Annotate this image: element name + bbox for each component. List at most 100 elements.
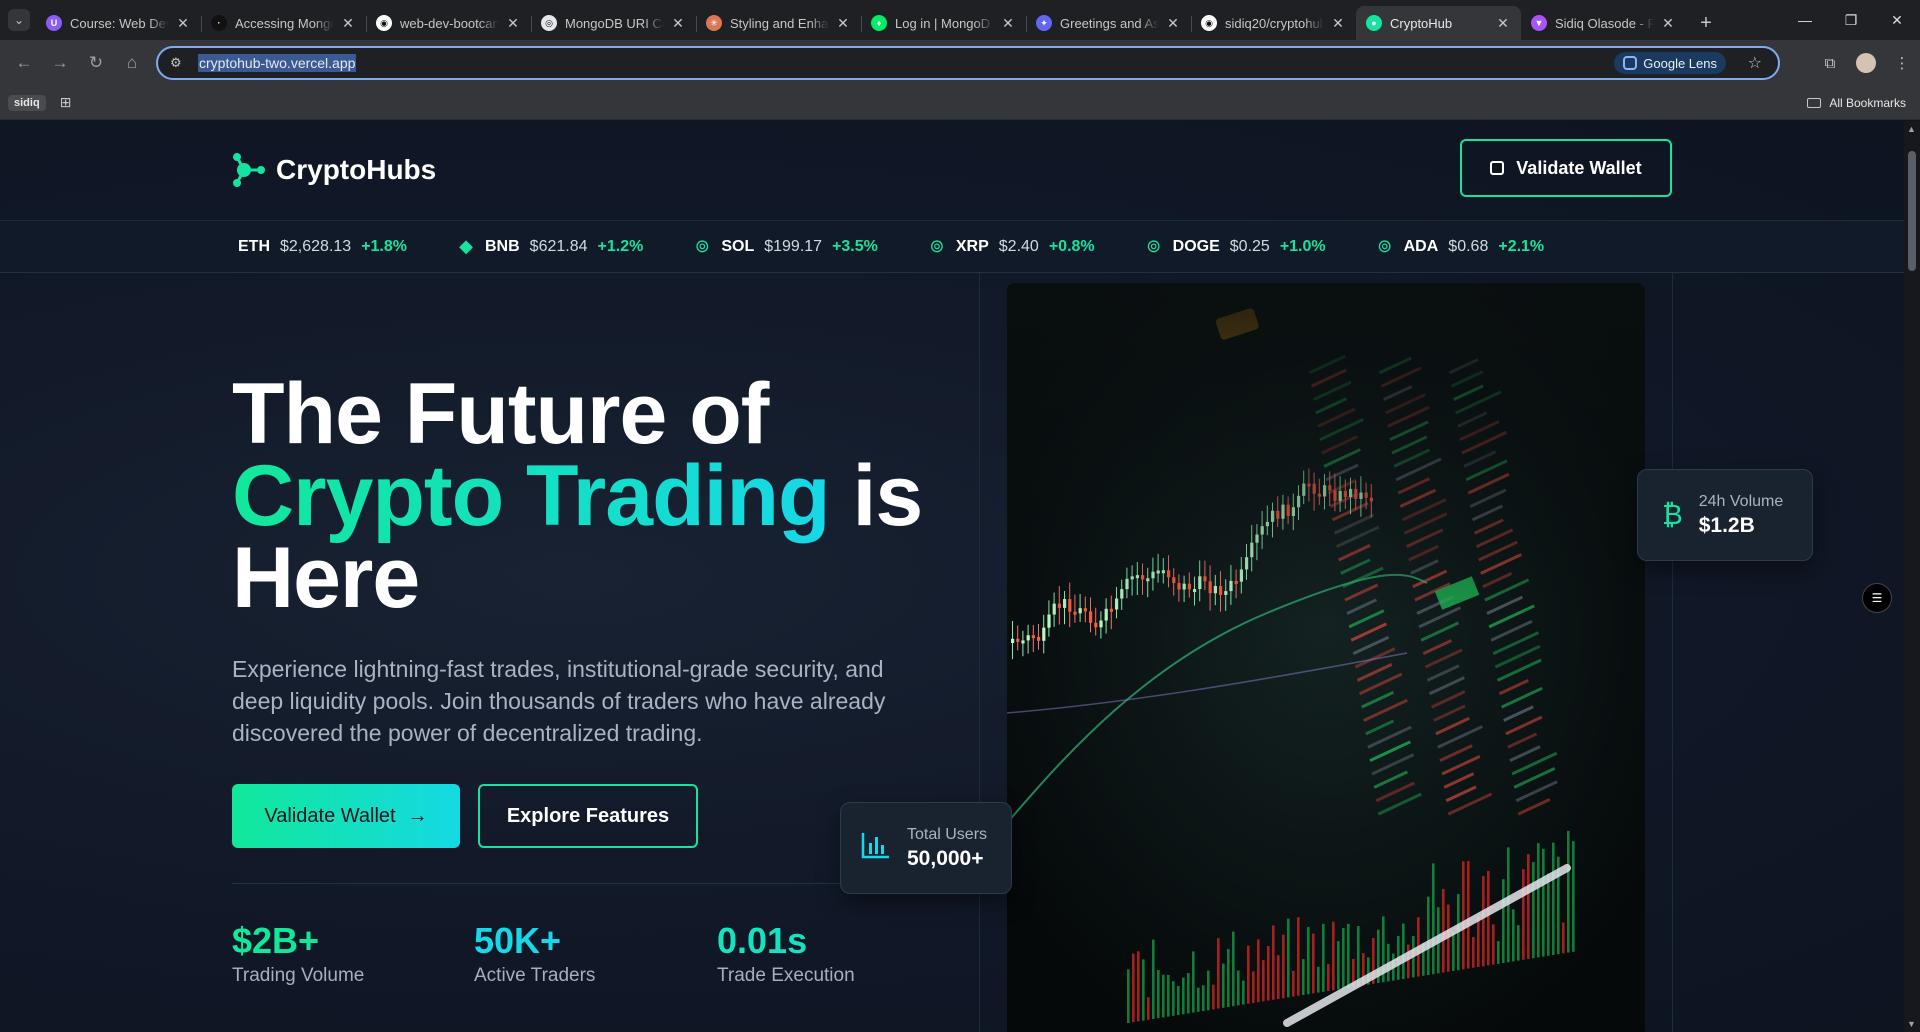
tab-close-icon[interactable]: ✕ [175, 15, 191, 32]
bookmark-sidiq[interactable]: sidiq [8, 94, 46, 111]
stat-trade-execution: 0.01s Trade Execution [717, 921, 855, 987]
ticker-symbol: ETH [238, 237, 270, 255]
explore-features-button[interactable]: Explore Features [478, 784, 698, 848]
users-value: 50,000+ [907, 846, 984, 870]
tab-favicon-icon: ● [1366, 15, 1382, 31]
close-window-icon[interactable]: ✕ [1874, 0, 1920, 40]
browser-tab[interactable]: ◎ MongoDB URI Co ✕ [531, 6, 696, 40]
tab-strip: ⌄ U Course: Web Deve ✕ · Accessing Mongo ✕ ◉ we… [0, 0, 1920, 40]
hero-line-3: Here [232, 530, 420, 626]
menu-icon[interactable]: ⋮ [1884, 48, 1920, 78]
floating-assistant-button[interactable]: ☰ [1862, 583, 1892, 613]
trading-chart-photo [1007, 283, 1645, 1032]
tab-list: U Course: Web Deve ✕ · Accessing Mongo ✕ ◉ web-… [36, 6, 1686, 40]
stat-active-traders: 50K+ Active Traders [474, 921, 595, 987]
back-button[interactable]: ← [8, 47, 40, 79]
scroll-up-icon[interactable]: ▲ [1907, 124, 1916, 134]
address-bar[interactable]: ⚙ cryptohub-two.vercel.app Google Lens ☆ [156, 46, 1780, 80]
tab-favicon-icon: U [46, 15, 62, 31]
ticker-item-bnb: ◆ BNB $621.84 +1.2% [455, 236, 643, 258]
home-button[interactable]: ⌂ [116, 47, 148, 79]
tab-search-button[interactable]: ⌄ [8, 9, 30, 31]
tab-close-icon[interactable]: ✕ [1000, 15, 1016, 32]
coins-icon: ⊚ [1146, 236, 1162, 256]
browser-tab[interactable]: ✳ Styling and Enhan ✕ [696, 6, 861, 40]
all-bookmarks-button[interactable]: All Bookmarks [1807, 96, 1906, 110]
chevron-down-icon: ⌄ [13, 13, 25, 27]
site-header: CryptoHubs Validate Wallet [0, 121, 1904, 221]
page-content: CryptoHubs Validate Wallet ETH $2,628.13 +… [0, 121, 1904, 1032]
minimize-icon[interactable]: — [1782, 0, 1828, 40]
restore-icon[interactable]: ❐ [1828, 0, 1874, 40]
url-text[interactable]: cryptohub-two.vercel.app [198, 54, 357, 72]
extensions-icon[interactable]: ⧉ [1812, 48, 1848, 78]
tab-favicon-icon: ♦ [871, 15, 887, 31]
volume-card: ₿ 24h Volume $1.2B [1637, 469, 1813, 561]
browser-tab[interactable]: ✦ Greetings and As ✕ [1026, 6, 1191, 40]
tab-close-icon[interactable]: ✕ [1660, 15, 1676, 32]
network-logo-icon [233, 153, 265, 187]
page-scrollbar[interactable]: ▲ ▼ [1904, 121, 1920, 1032]
browser-tab[interactable]: ◉ web-dev-bootcan ✕ [366, 6, 531, 40]
browser-tab[interactable]: ♦ Log in | MongoD ✕ [861, 6, 1026, 40]
tab-close-icon[interactable]: ✕ [670, 15, 686, 32]
browser-tab[interactable]: U Course: Web Deve ✕ [36, 6, 201, 40]
scroll-down-icon[interactable]: ▼ [1907, 1019, 1916, 1029]
browser-tab[interactable]: ● CryptoHub ✕ [1356, 6, 1521, 40]
bookmark-star-icon[interactable]: ☆ [1748, 53, 1762, 73]
stat-label: Trading Volume [232, 965, 365, 986]
profile-avatar[interactable] [1856, 53, 1876, 73]
ticker-item-eth: ETH $2,628.13 +1.8% [238, 238, 407, 256]
tab-close-icon[interactable]: ✕ [505, 15, 521, 32]
browser-tab[interactable]: ◉ sidiq20/cryptohul ✕ [1191, 6, 1356, 40]
tab-title: Styling and Enhan [730, 15, 829, 31]
ticker-item-ada: ⊚ ADA $0.68 +2.1% [1374, 236, 1544, 258]
section-divider [979, 273, 980, 1032]
stat-trading-volume: $2B+ Trading Volume [232, 921, 364, 987]
bookmarks-bar: sidiq ⊞ All Bookmarks [0, 86, 1920, 120]
hero-trading-image [1007, 283, 1645, 1032]
browser-tab[interactable]: · Accessing Mongo ✕ [201, 6, 366, 40]
browser-tab[interactable]: ▼ Sidiq Olasode - F ✕ [1521, 6, 1686, 40]
tab-title: Accessing Mongo [235, 15, 334, 31]
google-lens-button[interactable]: Google Lens [1614, 52, 1726, 74]
reload-button[interactable]: ↻ [80, 47, 112, 79]
stat-label: Active Traders [474, 965, 596, 986]
ticker-price: $0.25 [1229, 237, 1270, 255]
tab-favicon-icon: ✦ [1036, 15, 1052, 31]
tab-close-icon[interactable]: ✕ [340, 15, 356, 32]
coins-icon: ⊚ [929, 236, 945, 256]
coins-icon: ⊚ [694, 236, 710, 256]
reload-icon: ↻ [88, 53, 104, 72]
ticker-change: +1.2% [597, 237, 644, 255]
section-divider [1672, 273, 1673, 1032]
tab-favicon-icon: ◉ [1201, 15, 1217, 31]
forward-button[interactable]: → [44, 47, 76, 79]
header-validate-wallet-button[interactable]: Validate Wallet [1460, 139, 1672, 197]
ticker-symbol: XRP [955, 237, 989, 255]
hero-validate-wallet-button[interactable]: Validate Wallet → [232, 784, 460, 848]
ticker-price: $0.68 [1448, 237, 1489, 255]
scrollbar-thumb[interactable] [1908, 151, 1916, 271]
hero-validate-wallet-label: Validate Wallet [264, 804, 396, 827]
apps-grid-icon[interactable]: ⊞ [60, 94, 72, 111]
lens-icon [1623, 56, 1638, 70]
tab-favicon-icon: ◎ [541, 15, 557, 31]
tab-favicon-icon: · [211, 15, 227, 31]
tab-close-icon[interactable]: ✕ [1165, 15, 1181, 32]
tab-close-icon[interactable]: ✕ [1330, 15, 1346, 32]
tab-close-icon[interactable]: ✕ [1495, 15, 1511, 32]
brand-logo[interactable]: CryptoHubs [232, 151, 436, 189]
ticker-price: $621.84 [529, 237, 588, 255]
tab-close-icon[interactable]: ✕ [835, 15, 851, 32]
site-info-icon[interactable]: ⚙ [170, 55, 190, 71]
new-tab-button[interactable]: + [1692, 9, 1720, 37]
volume-value: $1.2B [1698, 513, 1755, 537]
users-card: Total Users 50,000+ [840, 802, 1012, 894]
volume-label: 24h Volume [1698, 492, 1784, 510]
bitcoin-icon: ₿ [1662, 499, 1683, 530]
header-validate-wallet-label: Validate Wallet [1516, 157, 1642, 178]
tab-title: sidiq20/cryptohul [1225, 15, 1323, 31]
hero-description: Experience lightning-fast trades, instit… [232, 656, 886, 746]
stat-value: $2B+ [232, 920, 320, 961]
